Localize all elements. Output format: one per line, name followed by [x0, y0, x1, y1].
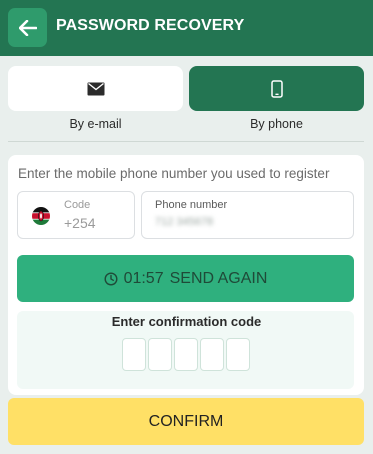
code-value: +254 [64, 215, 96, 231]
code-digit-input[interactable] [148, 338, 172, 371]
header-bar: PASSWORD RECOVERY [0, 0, 373, 56]
tab-by-email[interactable] [8, 66, 183, 111]
instruction-text: Enter the mobile phone number you used t… [18, 166, 330, 181]
country-code-field[interactable]: Code +254 [17, 191, 135, 239]
send-again-timer: 01:57 [123, 269, 164, 287]
send-again-label: SEND AGAIN [169, 269, 268, 287]
code-digit-input[interactable] [226, 338, 250, 371]
send-again-button[interactable]: 01:57 SEND AGAIN [17, 255, 354, 302]
kenya-flag-icon [32, 207, 50, 225]
phone-number-field[interactable]: Phone number 712 345678 [141, 191, 354, 239]
code-label: Code [64, 199, 91, 211]
phone-number-label: Phone number [155, 199, 228, 211]
back-button[interactable] [8, 8, 47, 47]
tab-label-email[interactable]: By e-mail [8, 117, 183, 131]
phone-number-value[interactable]: 712 345678 [155, 216, 213, 228]
code-digit-input[interactable] [174, 338, 198, 371]
tab-label-phone[interactable]: By phone [189, 117, 364, 131]
divider [8, 141, 364, 142]
recovery-method-tabs [8, 66, 364, 111]
clock-icon [104, 271, 118, 286]
arrow-left-icon [18, 19, 37, 36]
tab-by-phone[interactable] [189, 66, 364, 111]
page-title: PASSWORD RECOVERY [56, 17, 245, 34]
code-digit-input[interactable] [200, 338, 224, 371]
confirmation-code-inputs [122, 338, 250, 371]
envelope-icon [87, 82, 104, 95]
confirmation-title: Enter confirmation code [111, 314, 262, 329]
tab-labels: By e-mail By phone [8, 117, 364, 131]
confirm-button[interactable]: CONFIRM [8, 398, 364, 445]
smartphone-icon [270, 79, 283, 98]
code-digit-input[interactable] [122, 338, 146, 371]
